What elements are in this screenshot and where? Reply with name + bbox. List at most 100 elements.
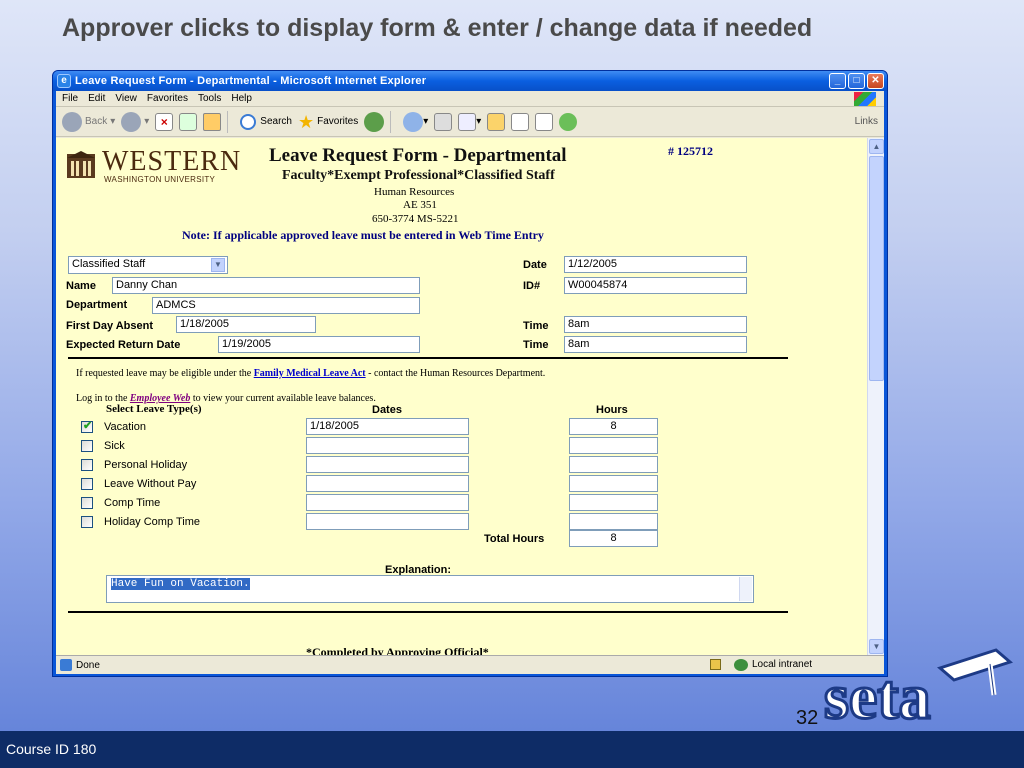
zone-text: Local intranet [752,659,813,670]
leave-hours-field[interactable]: 8 [569,418,658,435]
dept-line-1: Human Resources [374,186,455,198]
leave-dates-field[interactable] [306,437,469,454]
leave-dates-field[interactable] [306,456,469,473]
total-hours-label: Total Hours [484,533,545,545]
messenger-button[interactable] [559,112,578,131]
close-button[interactable]: ✕ [867,73,884,89]
course-id: Course ID 180 [6,741,97,757]
page-content: WESTERN WASHINGTON UNIVERSITY Leave Requ… [56,138,867,655]
scroll-up-arrow-icon[interactable]: ▲ [869,139,884,154]
leave-dates-field[interactable] [306,513,469,530]
menu-file[interactable]: File [62,93,78,104]
leave-hours-field[interactable] [569,456,658,473]
edit-icon [458,112,477,131]
explanation-textarea[interactable]: Have Fun on Vacation. [106,575,754,603]
status-text: Done [76,659,100,671]
leave-hours-field[interactable] [569,437,658,454]
slide-title: Approver clicks to display form & enter … [62,14,813,42]
search-icon [240,113,257,130]
leave-dates-field[interactable] [306,475,469,492]
windows-logo-icon [854,92,876,106]
leave-type-checkbox[interactable] [81,440,93,452]
org-subtitle: WASHINGTON UNIVERSITY [104,175,216,184]
window-titlebar[interactable]: e Leave Request Form - Departmental - Mi… [53,71,887,91]
leave-dates-field[interactable] [306,494,469,511]
history-button[interactable] [364,111,385,132]
home-button[interactable] [203,112,222,131]
form-number: # 125712 [668,144,713,158]
first-day-field[interactable]: 1/18/2005 [176,316,316,333]
maximize-button[interactable]: □ [848,73,865,89]
leave-type-label: Comp Time [104,497,161,509]
building-icon [67,151,95,178]
refresh-button[interactable] [179,112,198,131]
scroll-thumb[interactable] [869,156,884,381]
dept-line-2: AE 351 [403,199,437,211]
search-button[interactable]: Search [240,113,292,130]
page-scrollbar[interactable]: ▲ ▼ [867,138,884,655]
history-icon [364,111,385,132]
fmla-link[interactable]: Family Medical Leave Act [254,368,366,379]
web-time-note: Note: If applicable approved leave must … [182,228,544,242]
leave-type-checkbox[interactable]: ✔ [81,420,93,433]
chevron-down-icon: ▼ [211,258,225,272]
back-button[interactable]: Back ▾ [62,111,115,132]
return-time-label: Time [523,339,549,351]
textarea-scrollbar[interactable] [739,577,752,601]
footer-bar [0,731,1024,768]
leave-type-checkbox[interactable] [81,478,93,490]
favorites-button[interactable]: ★ Favorites [298,113,358,131]
name-label: Name [66,280,96,292]
university-logo [66,150,96,185]
research-icon [511,112,530,131]
completed-by-label: *Completed by Approving Official* [306,645,489,655]
browser-window: e Leave Request Form - Departmental - Mi… [52,70,888,677]
mail-button[interactable]: ▾ [403,111,428,132]
toolbar: Back ▾ ▾ × Search ★ Favorites ▾ ▾ Links [56,107,884,137]
links-toolbar[interactable]: Links [855,116,878,127]
edit-button[interactable]: ▾ [458,112,481,131]
print-button[interactable] [434,112,453,131]
date-field[interactable]: 1/12/2005 [564,256,747,273]
lock-icon [710,659,721,670]
intranet-icon [734,659,748,671]
research-button[interactable] [511,112,530,131]
print-icon [434,112,453,131]
leave-type-checkbox[interactable] [81,516,93,528]
leave-type-checkbox[interactable] [81,459,93,471]
return-time-field[interactable]: 8am [564,336,747,353]
first-time-field[interactable]: 8am [564,316,747,333]
home-icon [203,112,222,131]
stop-button[interactable]: × [155,112,174,131]
leave-type-label: Leave Without Pay [104,478,197,490]
first-time-label: Time [523,320,549,332]
leave-hours-field[interactable] [569,513,658,530]
minimize-button[interactable]: _ [829,73,846,89]
folder-button[interactable] [487,112,506,131]
menu-favorites[interactable]: Favorites [147,93,188,104]
total-hours-field[interactable]: 8 [569,530,658,547]
discuss-button[interactable] [535,112,554,131]
leave-type-header: Select Leave Type(s) [106,403,202,415]
ie-icon: e [57,74,71,88]
id-field[interactable]: W00045874 [564,277,747,294]
menu-help[interactable]: Help [231,93,252,104]
forward-button[interactable]: ▾ [121,111,149,132]
status-bar: Done Local intranet [56,655,884,674]
menu-view[interactable]: View [115,93,137,104]
dates-header: Dates [372,404,402,416]
leave-type-label: Sick [104,440,125,452]
menu-tools[interactable]: Tools [198,93,221,104]
ie-page-icon [60,659,72,671]
leave-dates-field[interactable]: 1/18/2005 [306,418,469,435]
name-field[interactable]: Danny Chan [112,277,420,294]
leave-type-label: Personal Holiday [104,459,188,471]
return-date-field[interactable]: 1/19/2005 [218,336,420,353]
leave-hours-field[interactable] [569,475,658,492]
menu-edit[interactable]: Edit [88,93,105,104]
staff-type-select[interactable]: Classified Staff ▼ [68,256,228,274]
form-title: Leave Request Form - Departmental [269,145,567,166]
leave-hours-field[interactable] [569,494,658,511]
department-field[interactable]: ADMCS [152,297,420,314]
leave-type-checkbox[interactable] [81,497,93,509]
